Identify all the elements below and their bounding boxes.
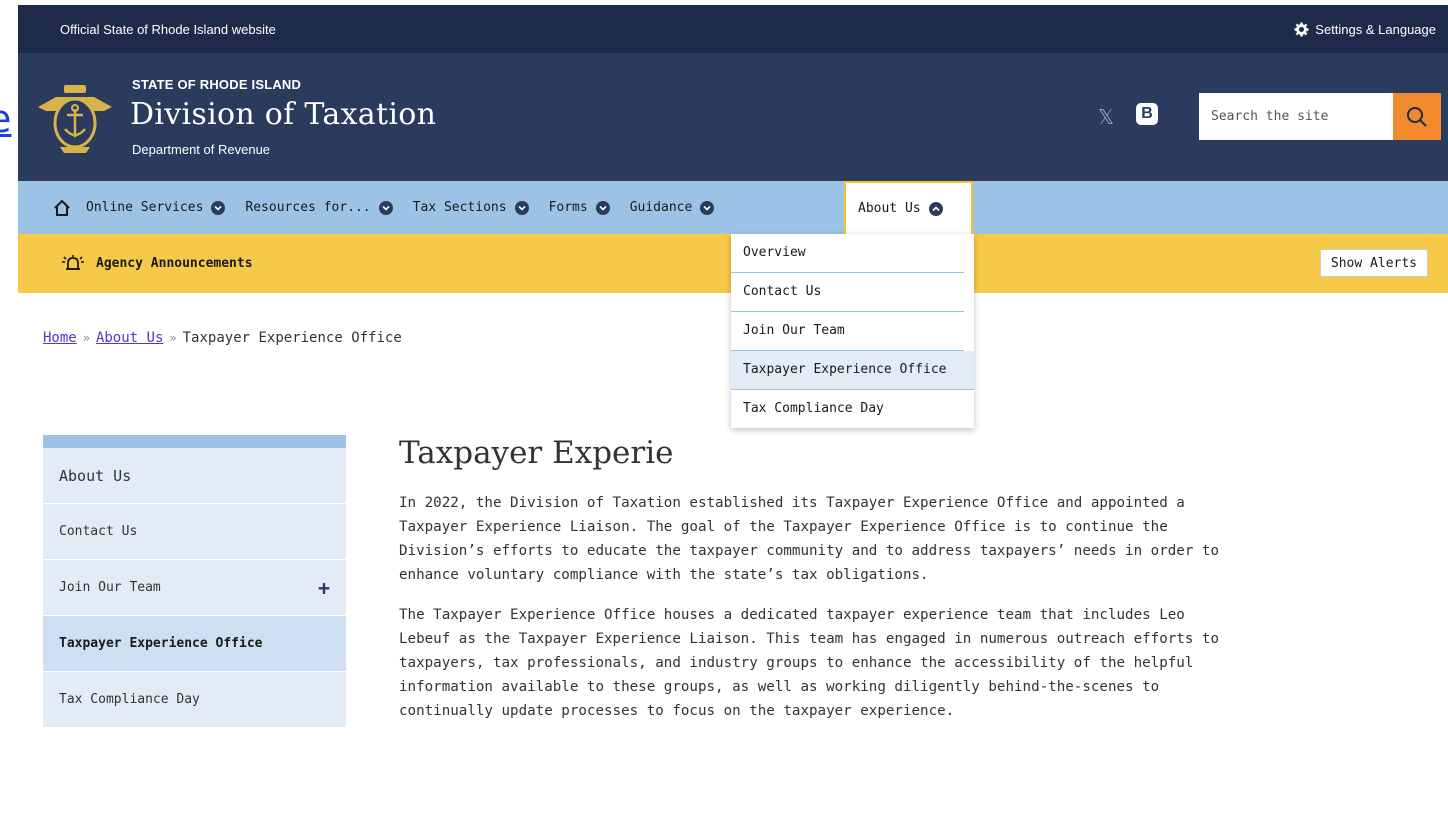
chevron-down-icon (595, 200, 610, 215)
sidebar-top-accent (43, 435, 346, 448)
sidebar-item-taxpayer-experience-office[interactable]: Taxpayer Experience Office (43, 616, 346, 672)
nav-label: Tax Sections (412, 200, 507, 215)
expand-plus-icon[interactable]: + (318, 576, 330, 600)
sidebar-item-contact-us[interactable]: Contact Us (43, 504, 346, 560)
nav-tax-sections[interactable]: Tax Sections (413, 181, 529, 234)
nav-label: Forms (548, 200, 588, 215)
search-placeholder: Search the site (1211, 109, 1329, 124)
breadcrumb-current: Taxpayer Experience Office (182, 330, 402, 346)
dropdown-item-contact-us[interactable]: Contact Us (731, 273, 964, 312)
page-title: Taxpayer Experie (399, 435, 674, 471)
chevron-down-icon (378, 200, 393, 215)
dropdown-item-taxpayer-experience-office[interactable]: Taxpayer Experience Office (731, 351, 974, 390)
nav-label: Guidance (629, 200, 693, 215)
search-icon (1407, 106, 1427, 127)
site-title[interactable]: Division of Taxation (130, 97, 436, 132)
breadcrumb-home-link[interactable]: Home (43, 330, 77, 346)
brand-kicker: STATE OF RHODE ISLAND (132, 77, 302, 92)
dropdown-item-overview[interactable]: Overview (731, 234, 964, 273)
nav-label: Online Services (86, 200, 204, 215)
settings-language-button[interactable]: Settings & Language (1294, 22, 1436, 37)
left-edge-strip: e (0, 0, 18, 839)
partial-link-fragment[interactable]: e (0, 100, 11, 138)
official-banner: Official State of Rhode Island website S… (18, 5, 1448, 53)
content-paragraph: The Taxpayer Experience Office houses a … (399, 607, 1219, 719)
main-content: Taxpayer Experie In 2022, the Division o… (399, 435, 1219, 739)
dropdown-item-join-our-team[interactable]: Join Our Team (731, 312, 964, 351)
blogger-icon[interactable]: B (1136, 103, 1158, 125)
nav-resources-for[interactable]: Resources for... (245, 181, 393, 234)
chevron-down-icon (514, 200, 529, 215)
breadcrumb: Home » About Us » Taxpayer Experience Office (43, 330, 402, 346)
dropdown-item-tax-compliance-day[interactable]: Tax Compliance Day (731, 390, 964, 428)
sidebar-item-label: Taxpayer Experience Office (59, 636, 263, 651)
announcements-label: Agency Announcements (96, 256, 253, 271)
sidebar-item-label: Tax Compliance Day (59, 692, 200, 707)
breadcrumb-about-link[interactable]: About Us (96, 330, 163, 346)
home-nav-button[interactable] (48, 194, 76, 222)
sidebar-item-join-our-team[interactable]: Join Our Team + (43, 560, 346, 616)
breadcrumb-separator: » (82, 331, 90, 345)
site-header: STATE OF RHODE ISLAND Division of Taxati… (18, 53, 1448, 181)
about-us-dropdown-menu: Overview Contact Us Join Our Team Taxpay… (731, 234, 974, 428)
nav-label: Resources for... (245, 200, 371, 215)
state-seal-logo[interactable] (34, 77, 116, 157)
nav-label: About Us (858, 201, 921, 216)
gear-icon (1294, 21, 1309, 37)
nav-online-services[interactable]: Online Services (86, 181, 226, 234)
chevron-down-icon (700, 200, 715, 215)
sidebar-item-label: Join Our Team (59, 580, 161, 595)
chevron-up-icon (928, 201, 943, 216)
home-icon (54, 199, 70, 216)
x-logo-icon[interactable]: 𝕏 (1098, 105, 1114, 129)
section-sidebar: About Us Contact Us Join Our Team + Taxp… (43, 435, 346, 728)
sidebar-item-about-us[interactable]: About Us (43, 448, 346, 504)
sidebar-item-label: About Us (59, 466, 132, 485)
sidebar-item-label: Contact Us (59, 524, 138, 539)
settings-language-label: Settings & Language (1315, 21, 1436, 37)
content-paragraph: In 2022, the Division of Taxation establ… (399, 495, 1219, 583)
nav-guidance[interactable]: Guidance (630, 181, 715, 234)
sidebar-item-tax-compliance-day[interactable]: Tax Compliance Day (43, 672, 346, 728)
search-input[interactable]: Search the site (1199, 93, 1393, 140)
site-subtitle: Department of Revenue (132, 142, 271, 157)
chevron-down-icon (211, 200, 226, 215)
bell-alert-icon (62, 254, 84, 270)
nav-forms[interactable]: Forms (549, 181, 610, 234)
main-navigation: Online Services Resources for... Tax Sec… (18, 181, 1448, 234)
search-button[interactable] (1393, 93, 1441, 140)
official-site-text: Official State of Rhode Island website (60, 21, 276, 37)
show-alerts-button[interactable]: Show Alerts (1319, 249, 1428, 277)
nav-about-us[interactable]: About Us (844, 181, 973, 234)
breadcrumb-separator: » (169, 331, 177, 345)
